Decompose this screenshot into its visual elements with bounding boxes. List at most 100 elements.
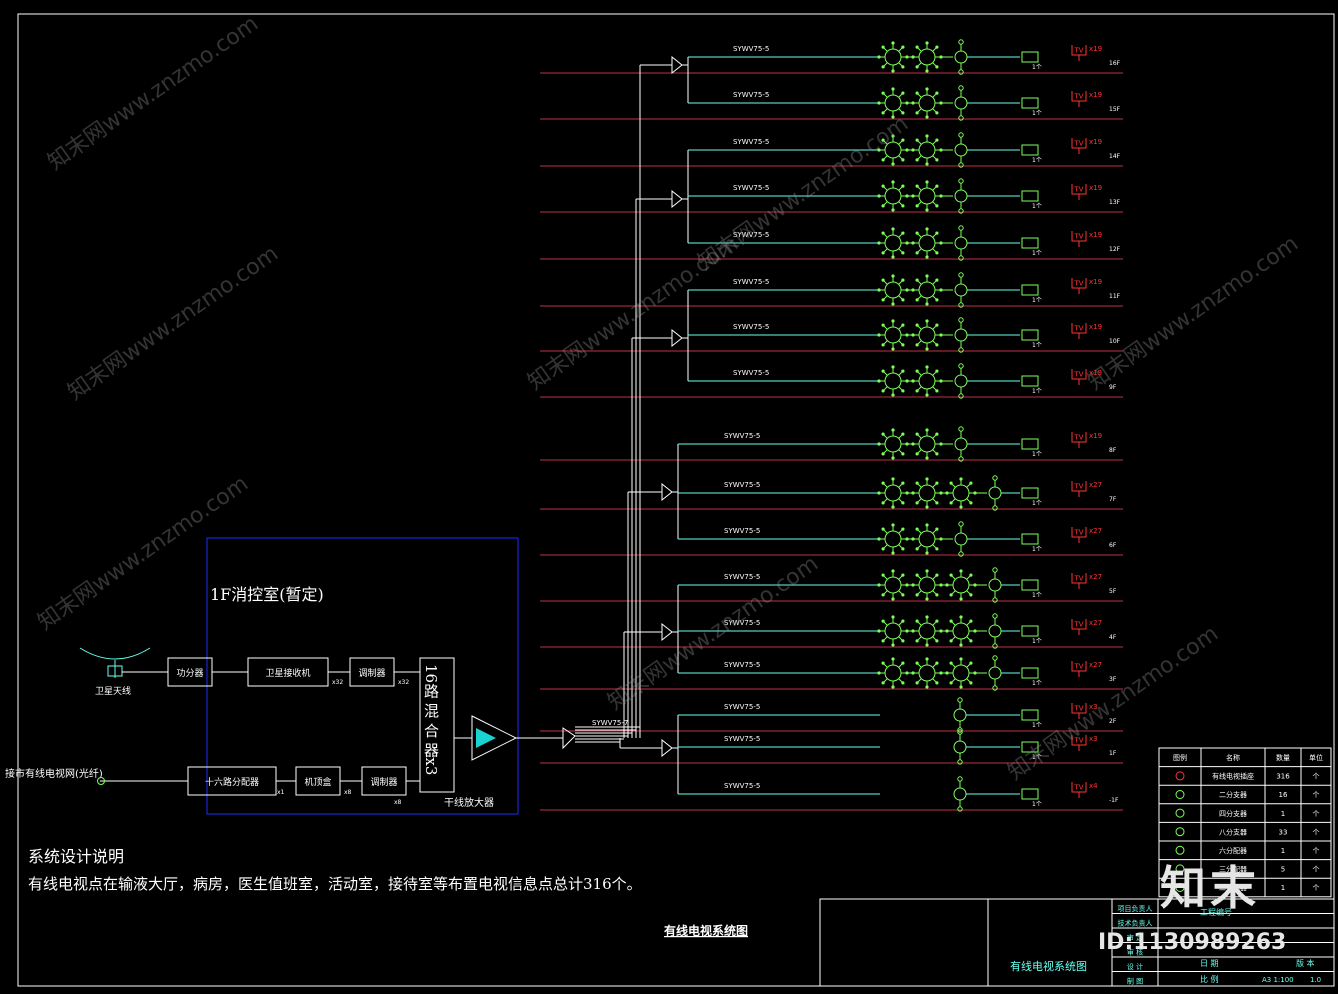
tv-text: TV: [1074, 93, 1084, 101]
legend-qty: 1: [1281, 884, 1285, 892]
splitter-tap: [911, 55, 915, 59]
tv-text: TV: [1074, 233, 1084, 241]
legend-name: 八分支器: [1219, 827, 1247, 836]
splitter-tap: [881, 639, 885, 643]
outlet-box: [1021, 487, 1039, 499]
outlet-count: x3: [1089, 703, 1098, 711]
outlet-count: x19: [1089, 323, 1102, 331]
splitter-tap: [891, 302, 895, 306]
splitter-tap: [958, 115, 964, 121]
splitter-tap: [958, 456, 964, 462]
splitter-body: [884, 48, 902, 66]
legend-name: 二分支器: [1219, 790, 1247, 799]
splitter-tap: [959, 685, 963, 689]
title-block-label: 制 图: [1127, 977, 1143, 986]
splitter-tap: [957, 776, 963, 782]
trunk-cable-label: SYWV75-7: [592, 719, 628, 727]
splitter-tap: [957, 806, 963, 812]
splitter-tap: [901, 204, 905, 208]
notes-heading: 系统设计说明: [28, 847, 125, 866]
splitter-tap: [891, 347, 895, 351]
scale-value: A3 1:100: [1262, 976, 1294, 984]
cable-label: SYWV75-5: [733, 91, 769, 99]
title-block-label: 设 计: [1127, 962, 1143, 971]
splitter-tap: [959, 657, 963, 661]
floor-label: 3F: [1109, 676, 1117, 683]
splitter-tap: [881, 45, 885, 49]
splitter-tap: [958, 521, 964, 527]
splitter-tap: [957, 697, 963, 703]
splitter-tap: [881, 158, 885, 162]
splitter-tap: [969, 619, 973, 623]
splitter-tap: [915, 573, 919, 577]
unit-tag: 1个: [1032, 722, 1042, 729]
splitter-tap: [992, 567, 998, 573]
splitter-tap: [915, 138, 919, 142]
splitter-tap: [881, 65, 885, 69]
mixer-label: 16路 混 合 器x3: [422, 664, 440, 775]
splitter-tap: [881, 184, 885, 188]
splitter-body: [954, 50, 968, 64]
control-room-title: 1F消控室(暂定): [210, 585, 324, 604]
splitter-tap: [891, 685, 895, 689]
splitter-tap: [915, 65, 919, 69]
group-splitter-icon: [661, 482, 673, 502]
splitter-tap: [891, 180, 895, 184]
splitter-tap: [901, 389, 905, 393]
splitter-tap: [949, 573, 953, 577]
splitter-body: [884, 622, 902, 640]
splitter-tap: [935, 138, 939, 142]
cable-label: SYWV75-5: [724, 619, 760, 627]
tv-text: TV: [1074, 186, 1084, 194]
splitter-body: [884, 530, 902, 548]
splitter-body: [884, 326, 902, 344]
splitter-tap: [911, 333, 915, 337]
splitter-tap: [877, 629, 881, 633]
splitter-tap: [969, 573, 973, 577]
splitter-tap: [911, 629, 915, 633]
splitter-tap: [958, 178, 964, 184]
legend-header: 单位: [1309, 753, 1323, 762]
scale-label: 比 例: [1200, 974, 1219, 984]
splitter-tap: [881, 389, 885, 393]
splitter-tap: [901, 501, 905, 505]
splitter-tap: [891, 365, 895, 369]
splitter-body: [918, 326, 936, 344]
splitter-tap: [891, 569, 895, 573]
splitter-tap: [958, 347, 964, 353]
two-way-splitter-icon: [953, 729, 967, 765]
splitter-tap: [925, 115, 929, 119]
splitter-body: [954, 532, 968, 546]
splitter-tap: [969, 661, 973, 665]
splitter-tap: [915, 527, 919, 531]
splitter-body: [953, 708, 967, 722]
tv-text: TV: [1074, 737, 1084, 745]
splitter-tap: [891, 428, 895, 432]
splitter-tap: [992, 597, 998, 603]
splitter-tap: [901, 158, 905, 162]
splitter-tap: [891, 393, 895, 397]
splitter-tap: [915, 452, 919, 456]
resource-id: ID:1130989263: [1098, 930, 1287, 955]
splitter-body: [884, 234, 902, 252]
splitter-body: [884, 664, 902, 682]
splitter-tap: [901, 661, 905, 665]
splitter-tap: [881, 547, 885, 551]
splitter-tap: [945, 671, 949, 675]
cable-label: SYWV75-5: [733, 231, 769, 239]
splitter-tap: [891, 162, 895, 166]
splitter-tap: [992, 685, 998, 691]
splitter-tap: [959, 477, 963, 481]
splitter-tap: [925, 643, 929, 647]
splitter-tap: [881, 278, 885, 282]
splitter-tap: [915, 389, 919, 393]
unit-tag: 1个: [1032, 451, 1042, 458]
outlet-box: [1021, 533, 1039, 545]
splitter-tap: [935, 619, 939, 623]
splitter-tap: [915, 184, 919, 188]
splitter-tap: [877, 583, 881, 587]
splitter-tap: [901, 369, 905, 373]
splitter-tap: [891, 456, 895, 460]
splitter-body: [884, 576, 902, 594]
splitter-tap: [925, 456, 929, 460]
